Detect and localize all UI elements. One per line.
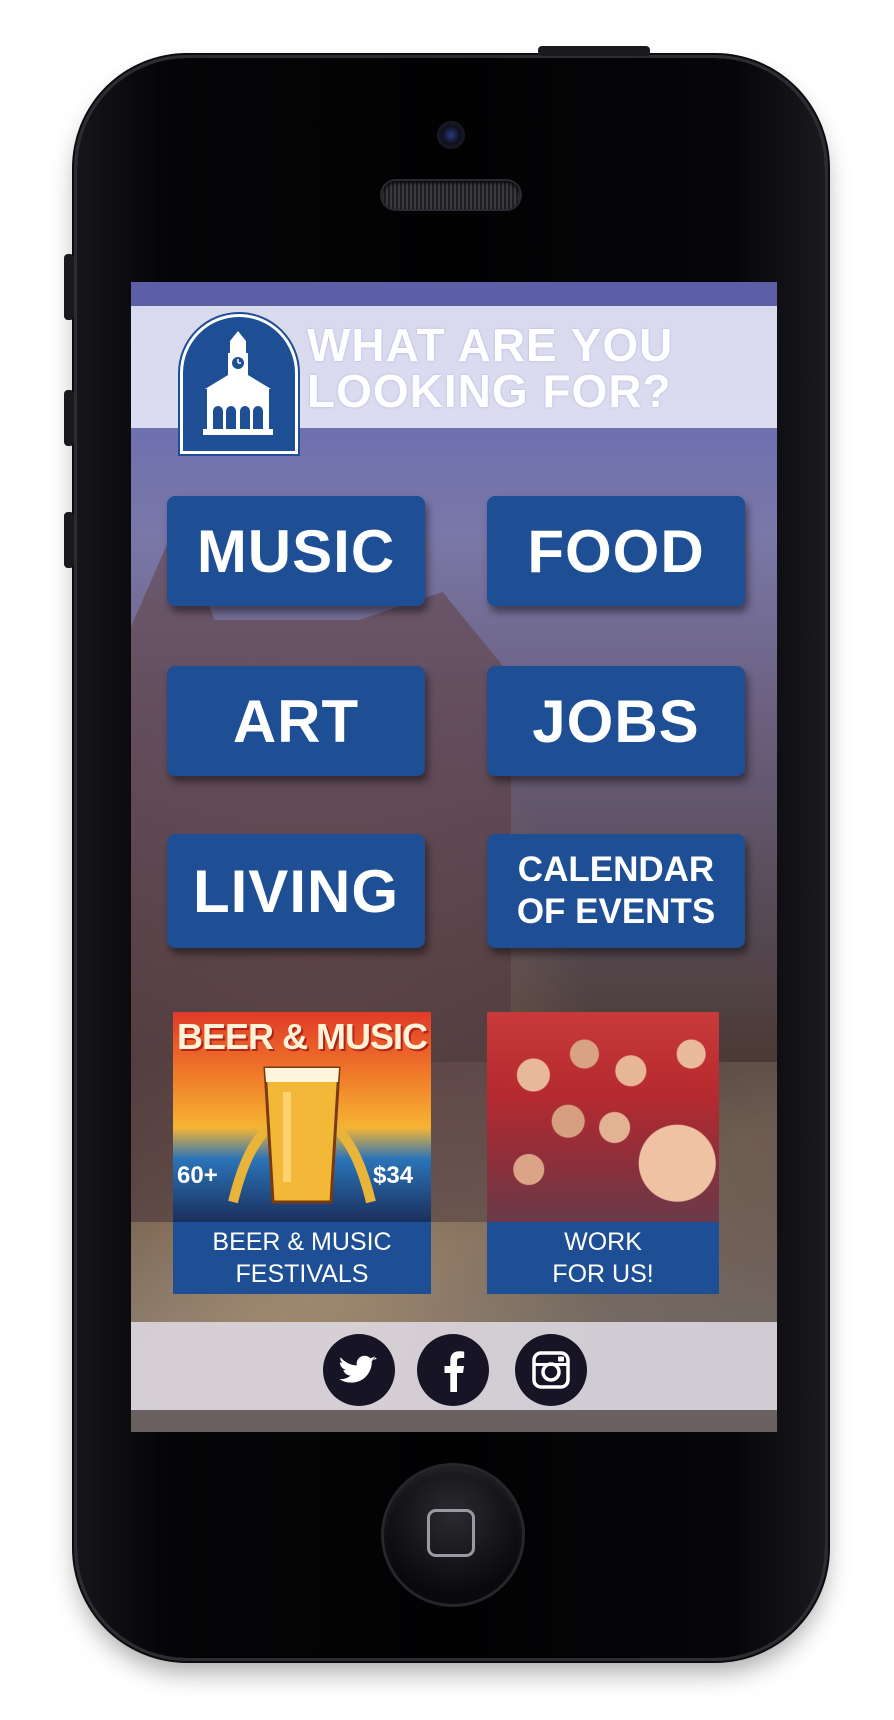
poster-left-stat: 60+ — [177, 1162, 218, 1189]
social-footer — [131, 1322, 777, 1410]
beer-caption-line-2: FESTIVALS — [235, 1260, 369, 1288]
beer-caption-line-1: BEER & MUSIC — [212, 1228, 392, 1256]
home-button[interactable] — [384, 1466, 522, 1604]
title-line-2: LOOKING FOR? — [307, 365, 672, 417]
front-camera — [437, 121, 465, 149]
art-button[interactable]: ART — [167, 666, 425, 776]
calendar-label-line-1: CALENDAR — [517, 850, 715, 889]
instagram-icon — [532, 1351, 570, 1389]
work-card-caption: WORK FOR US! — [487, 1222, 719, 1294]
silent-switch — [64, 254, 74, 320]
instagram-link[interactable] — [515, 1334, 587, 1406]
beer-card-caption: BEER & MUSIC FESTIVALS — [173, 1222, 431, 1294]
work-caption-line-1: WORK — [564, 1228, 642, 1256]
twitter-link[interactable] — [323, 1334, 395, 1406]
beer-festival-poster: BEER & MUSIC 60+ $34 — [173, 1012, 431, 1222]
home-square-icon — [427, 1509, 475, 1557]
title-line-1: WHAT ARE YOU — [307, 319, 674, 371]
facebook-icon — [444, 1351, 465, 1392]
beer-music-festivals-card[interactable]: BEER & MUSIC 60+ $34 BEER & MUSIC FESTIV… — [173, 1012, 431, 1294]
food-button[interactable]: FOOD — [487, 496, 745, 606]
calendar-of-events-button[interactable]: CALENDAR OF EVENTS — [487, 834, 745, 948]
volume-up-button — [64, 390, 74, 446]
power-button — [538, 46, 650, 56]
jobs-button[interactable]: JOBS — [487, 666, 745, 776]
town-hall-logo[interactable] — [178, 312, 300, 456]
twitter-icon — [339, 1355, 377, 1383]
work-caption-line-2: FOR US! — [552, 1260, 654, 1288]
crowd-photo — [487, 1012, 719, 1222]
earpiece-speaker — [382, 181, 520, 209]
living-button[interactable]: LIVING — [167, 834, 425, 948]
app-screen: WHAT ARE YOU LOOKING FOR? MUSIC FOOD ART… — [131, 282, 777, 1432]
town-hall-icon — [203, 331, 273, 435]
beer-glass-icon — [228, 1066, 376, 1204]
calendar-label-line-2: OF EVENTS — [516, 892, 716, 931]
music-button[interactable]: MUSIC — [167, 496, 425, 606]
background-lower-street — [131, 1410, 777, 1432]
work-for-us-card[interactable]: WORK FOR US! — [487, 1012, 719, 1294]
poster-right-stat: $34 — [373, 1162, 414, 1189]
volume-down-button — [64, 512, 74, 568]
staff-group-photo — [487, 1012, 719, 1222]
status-strip — [131, 282, 777, 306]
facebook-link[interactable] — [417, 1334, 489, 1406]
page-title: WHAT ARE YOU LOOKING FOR? — [307, 322, 767, 414]
